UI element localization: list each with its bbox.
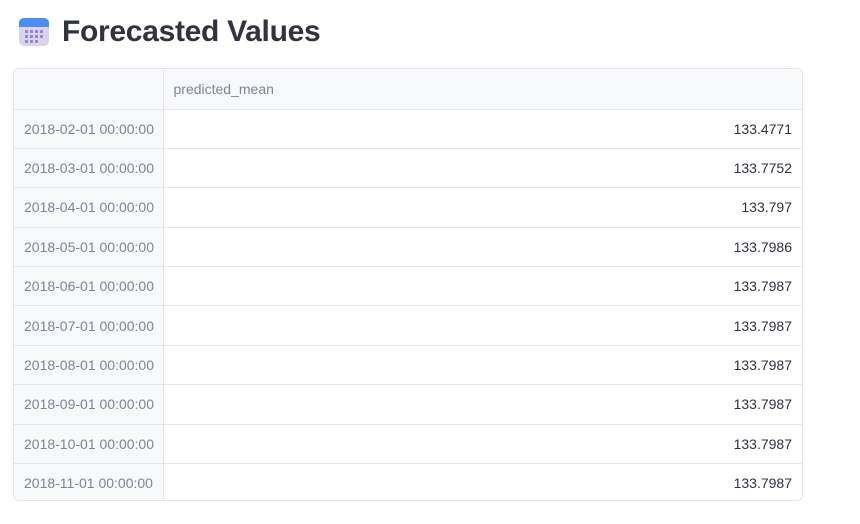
row-index-cell[interactable]: 2018-07-01 00:00:00 bbox=[14, 305, 164, 346]
predicted-mean-cell[interactable]: 133.7987 bbox=[163, 305, 802, 346]
predicted-mean-cell[interactable]: 133.4771 bbox=[163, 109, 802, 149]
index-column-header[interactable] bbox=[14, 69, 164, 110]
table-row: 2018-06-01 00:00:00 133.7987 bbox=[14, 266, 802, 307]
row-index-cell[interactable]: 2018-03-01 00:00:00 bbox=[14, 148, 164, 189]
table-header-row: predicted_mean bbox=[14, 69, 802, 110]
row-index-cell[interactable]: 2018-06-01 00:00:00 bbox=[14, 266, 164, 307]
table-row: 2018-10-01 00:00:00 133.7987 bbox=[14, 424, 802, 465]
row-index-cell[interactable]: 2018-10-01 00:00:00 bbox=[14, 424, 164, 465]
page-header: Forecasted Values bbox=[18, 12, 321, 52]
row-index-cell[interactable]: 2018-08-01 00:00:00 bbox=[14, 345, 164, 386]
table-row: 2018-07-01 00:00:00 133.7987 bbox=[14, 305, 802, 346]
table-row: 2018-03-01 00:00:00 133.7752 bbox=[14, 148, 802, 189]
predicted-mean-cell[interactable]: 133.7986 bbox=[163, 227, 802, 268]
row-index-cell[interactable]: 2018-02-01 00:00:00 bbox=[14, 109, 164, 149]
row-index-cell[interactable]: 2018-05-01 00:00:00 bbox=[14, 227, 164, 268]
table-row: 2018-02-01 00:00:00 133.4771 bbox=[14, 109, 802, 149]
page-title: Forecasted Values bbox=[62, 15, 321, 48]
calendar-icon bbox=[19, 18, 49, 46]
row-index-cell[interactable]: 2018-09-01 00:00:00 bbox=[14, 384, 164, 425]
predicted-mean-cell[interactable]: 133.7987 bbox=[163, 384, 802, 425]
predicted-mean-cell[interactable]: 133.7987 bbox=[163, 464, 802, 500]
predicted-mean-cell[interactable]: 133.7987 bbox=[163, 266, 802, 307]
table-row: 2018-04-01 00:00:00 133.797 bbox=[14, 187, 802, 228]
row-index-cell[interactable]: 2018-04-01 00:00:00 bbox=[14, 187, 164, 228]
predicted-mean-cell[interactable]: 133.7987 bbox=[163, 424, 802, 465]
predicted-mean-cell[interactable]: 133.797 bbox=[163, 187, 802, 228]
predicted-mean-cell[interactable]: 133.7987 bbox=[163, 345, 802, 386]
row-index-cell[interactable]: 2018-11-01 00:00:00 bbox=[14, 463, 164, 500]
table-row: 2018-09-01 00:00:00 133.7987 bbox=[14, 384, 802, 425]
table-row: 2018-11-01 00:00:00 133.7987 bbox=[14, 463, 802, 500]
table-row: 2018-08-01 00:00:00 133.7987 bbox=[14, 345, 802, 386]
forecast-table[interactable]: predicted_mean 2018-02-01 00:00:00 133.4… bbox=[13, 68, 803, 501]
column-header-predicted-mean[interactable]: predicted_mean bbox=[163, 69, 802, 110]
table-row: 2018-05-01 00:00:00 133.7986 bbox=[14, 227, 802, 268]
predicted-mean-cell[interactable]: 133.7752 bbox=[163, 148, 802, 189]
